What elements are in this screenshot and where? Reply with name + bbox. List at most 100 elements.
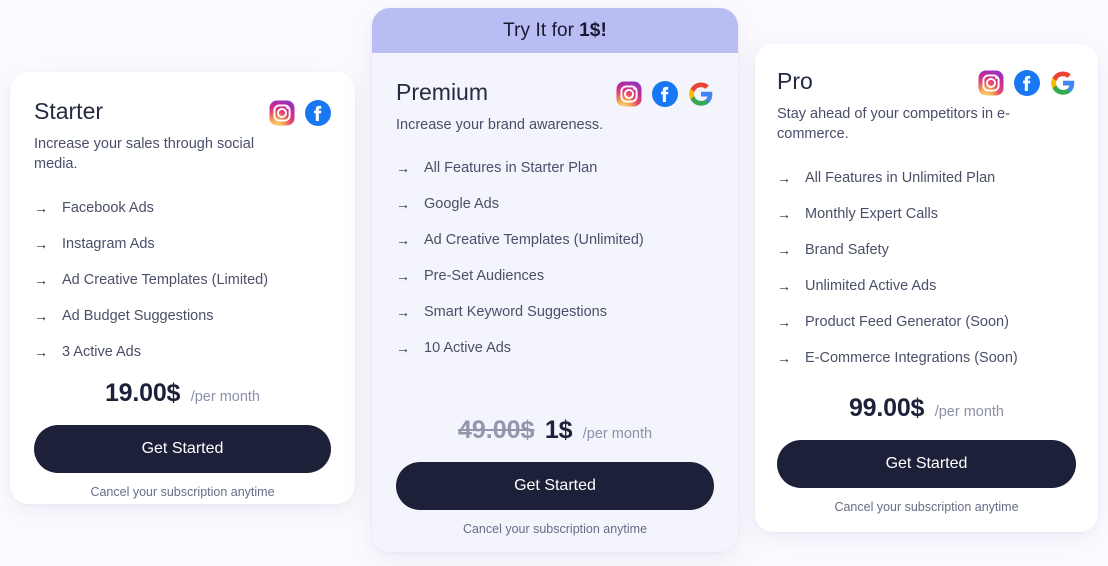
feature-label: All Features in Starter Plan xyxy=(424,160,598,177)
promo-banner-highlight: 1$! xyxy=(579,19,607,41)
social-platform-icons xyxy=(616,81,714,107)
instagram-icon xyxy=(978,70,1004,96)
pricing-plans-container: Starter Increase your sales through soci… xyxy=(0,0,1108,566)
feature-item: → Brand Safety xyxy=(777,241,1076,260)
plan-card-body: Pro Stay ahead of your competitors in e-… xyxy=(755,44,1098,532)
price-period: /per month xyxy=(582,426,653,442)
arrow-right-icon: → xyxy=(34,200,48,217)
plan-footer: 99.00$ /per month Get Started Cancel you… xyxy=(777,394,1076,514)
feature-item: → Pre-Set Audiences xyxy=(396,267,714,286)
arrow-right-icon: → xyxy=(777,313,791,330)
feature-label: Unlimited Active Ads xyxy=(805,277,937,294)
get-started-button[interactable]: Get Started xyxy=(396,462,714,510)
feature-label: Facebook Ads xyxy=(62,200,154,217)
get-started-button[interactable]: Get Started xyxy=(777,440,1076,488)
cancel-note: Cancel your subscription anytime xyxy=(462,522,648,536)
arrow-right-icon: → xyxy=(34,235,48,252)
feature-item: → Ad Creative Templates (Limited) xyxy=(34,271,331,290)
plan-card-body: Starter Increase your sales through soci… xyxy=(10,72,355,504)
feature-label: Google Ads xyxy=(424,196,499,213)
feature-item: → Monthly Expert Calls xyxy=(777,205,1076,224)
feature-label: All Features in Unlimited Plan xyxy=(805,170,996,187)
feature-item: → All Features in Starter Plan xyxy=(396,159,714,178)
feature-item: → Unlimited Active Ads xyxy=(777,277,1076,296)
feature-item: → Product Feed Generator (Soon) xyxy=(777,313,1076,332)
social-platform-icons xyxy=(269,100,331,126)
plan-description: Stay ahead of your competitors in e-comm… xyxy=(777,105,1010,143)
price-amount: 19.00$ xyxy=(104,378,181,407)
feature-item: → 10 Active Ads xyxy=(396,339,714,358)
instagram-icon xyxy=(616,81,642,107)
feature-label: Instagram Ads xyxy=(62,235,155,252)
feature-list: → All Features in Unlimited Plan → Month… xyxy=(777,169,1076,384)
arrow-right-icon: → xyxy=(396,232,410,249)
plan-footer: 19.00$ /per month Get Started Cancel you… xyxy=(34,379,331,499)
arrow-right-icon: → xyxy=(777,349,791,366)
feature-item: → All Features in Unlimited Plan xyxy=(777,169,1076,188)
arrow-right-icon: → xyxy=(396,268,410,284)
plan-description: Increase your sales through social media… xyxy=(34,135,255,173)
feature-label: Ad Creative Templates (Limited) xyxy=(62,271,269,288)
promo-banner-text: Try It for xyxy=(503,19,575,41)
social-platform-icons xyxy=(978,70,1076,96)
plan-card-starter: Starter Increase your sales through soci… xyxy=(10,72,355,504)
google-icon xyxy=(688,81,714,107)
feature-label: Pre-Set Audiences xyxy=(424,268,545,284)
feature-label: Product Feed Generator (Soon) xyxy=(805,313,1009,330)
price-amount: 1$ xyxy=(544,416,573,444)
price-period: /per month xyxy=(190,388,261,405)
feature-list: → All Features in Starter Plan → Google … xyxy=(396,159,714,374)
feature-item: → Facebook Ads xyxy=(34,199,331,218)
feature-label: Smart Keyword Suggestions xyxy=(424,303,607,320)
arrow-right-icon: → xyxy=(777,205,791,222)
plan-header: Premium Increase your brand awareness. xyxy=(396,79,714,135)
arrow-right-icon: → xyxy=(34,343,48,360)
feature-label: Brand Safety xyxy=(805,241,889,258)
price-amount: 99.00$ xyxy=(848,394,925,422)
plan-card-pro: Pro Stay ahead of your competitors in e-… xyxy=(755,44,1098,532)
plan-card-premium: Try It for 1$! Premium Increase your bra… xyxy=(372,8,738,552)
feature-label: 10 Active Ads xyxy=(424,339,512,356)
feature-label: Ad Creative Templates (Unlimited) xyxy=(424,232,644,249)
feature-item: → Google Ads xyxy=(396,195,714,214)
arrow-right-icon: → xyxy=(396,339,410,356)
price-row: 99.00$ /per month xyxy=(777,394,1076,423)
feature-item: → Instagram Ads xyxy=(34,235,331,254)
promo-banner: Try It for 1$! xyxy=(372,8,738,53)
cancel-note: Cancel your subscription anytime xyxy=(834,500,1019,514)
price-row: 19.00$ /per month xyxy=(34,379,331,408)
cancel-note: Cancel your subscription anytime xyxy=(90,484,275,499)
arrow-right-icon: → xyxy=(777,277,791,294)
facebook-icon xyxy=(305,100,331,126)
arrow-right-icon: → xyxy=(777,170,791,187)
feature-label: E-Commerce Integrations (Soon) xyxy=(805,349,1018,366)
plan-header: Starter Increase your sales through soci… xyxy=(34,98,331,175)
plan-card-body: Premium Increase your brand awareness. →… xyxy=(372,53,738,552)
arrow-right-icon: → xyxy=(34,271,48,288)
feature-item: → 3 Active Ads xyxy=(34,343,331,362)
price-original: 49.00$ xyxy=(457,416,535,444)
feature-list: → Facebook Ads → Instagram Ads → Ad Crea… xyxy=(34,199,331,378)
get-started-button[interactable]: Get Started xyxy=(34,424,331,473)
feature-label: Monthly Expert Calls xyxy=(805,205,938,222)
feature-label: Ad Budget Suggestions xyxy=(62,307,214,324)
feature-item: → Ad Creative Templates (Unlimited) xyxy=(396,231,714,250)
arrow-right-icon: → xyxy=(777,241,791,258)
price-period: /per month xyxy=(934,404,1005,420)
feature-item: → E-Commerce Integrations (Soon) xyxy=(777,349,1076,368)
feature-item: → Ad Budget Suggestions xyxy=(34,307,331,326)
facebook-icon xyxy=(652,81,678,107)
arrow-right-icon: → xyxy=(396,160,410,177)
arrow-right-icon: → xyxy=(396,303,410,320)
feature-item: → Smart Keyword Suggestions xyxy=(396,303,714,322)
plan-footer: 49.00$ 1$ /per month Get Started Cancel … xyxy=(396,416,714,536)
price-row: 49.00$ 1$ /per month xyxy=(396,416,714,445)
instagram-icon xyxy=(269,100,295,126)
arrow-right-icon: → xyxy=(396,196,410,213)
arrow-right-icon: → xyxy=(34,307,48,324)
facebook-icon xyxy=(1014,70,1040,96)
plan-description: Increase your brand awareness. xyxy=(396,116,604,133)
plan-header: Pro Stay ahead of your competitors in e-… xyxy=(777,68,1076,145)
google-icon xyxy=(1050,70,1076,96)
feature-label: 3 Active Ads xyxy=(62,343,141,360)
